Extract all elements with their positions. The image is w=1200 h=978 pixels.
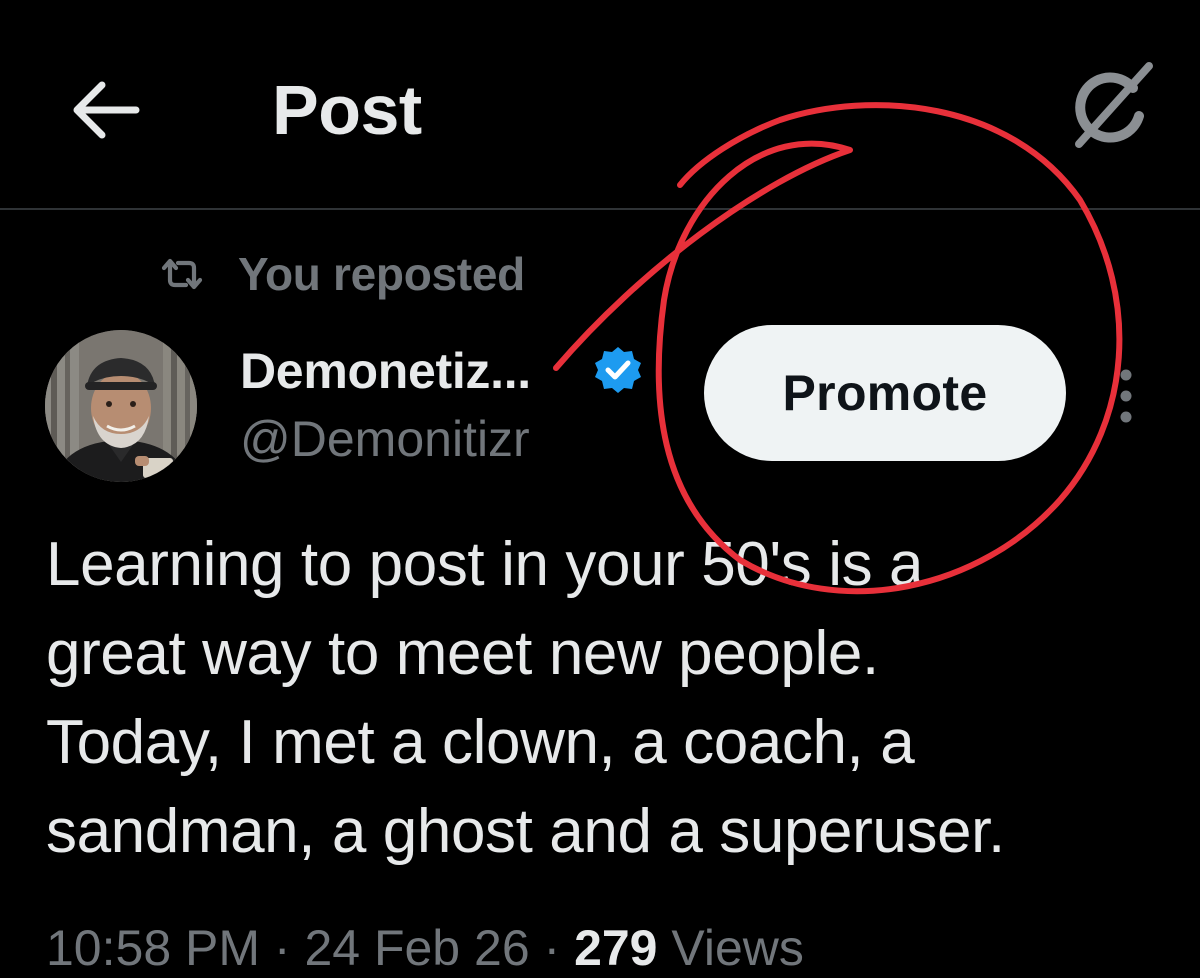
meta-separator: · xyxy=(260,920,305,976)
repost-icon xyxy=(161,258,203,290)
repost-context: You reposted xyxy=(158,244,525,304)
repost-label: You reposted xyxy=(238,248,525,300)
page-title: Post xyxy=(272,71,422,149)
meta-separator: · xyxy=(529,920,575,976)
arrow-left-icon xyxy=(73,81,140,139)
post-meta: 10:58 PM · 24 Feb 26 · 279 Views xyxy=(46,918,804,978)
promote-button[interactable]: Promote xyxy=(704,325,1066,461)
author-display-name[interactable]: Demonetiz... xyxy=(240,340,531,402)
header-divider xyxy=(0,208,1200,210)
avatar-image xyxy=(45,330,197,482)
post-date: 24 Feb 26 xyxy=(304,920,530,976)
verified-badge-icon xyxy=(595,347,641,393)
author-handle[interactable]: @Demonitizr xyxy=(240,408,530,470)
more-options-button[interactable] xyxy=(1100,356,1152,436)
avatar[interactable] xyxy=(45,330,197,482)
grok-icon xyxy=(1075,62,1153,148)
more-vertical-icon xyxy=(1120,369,1132,423)
views-label: Views xyxy=(657,920,804,976)
views-count: 279 xyxy=(574,920,658,976)
grok-button[interactable] xyxy=(1056,56,1166,160)
post-time: 10:58 PM xyxy=(46,920,261,976)
back-button[interactable] xyxy=(58,62,154,158)
top-bar: Post xyxy=(0,0,1200,208)
post-text: Learning to post in your 50's is a great… xyxy=(46,530,1005,866)
